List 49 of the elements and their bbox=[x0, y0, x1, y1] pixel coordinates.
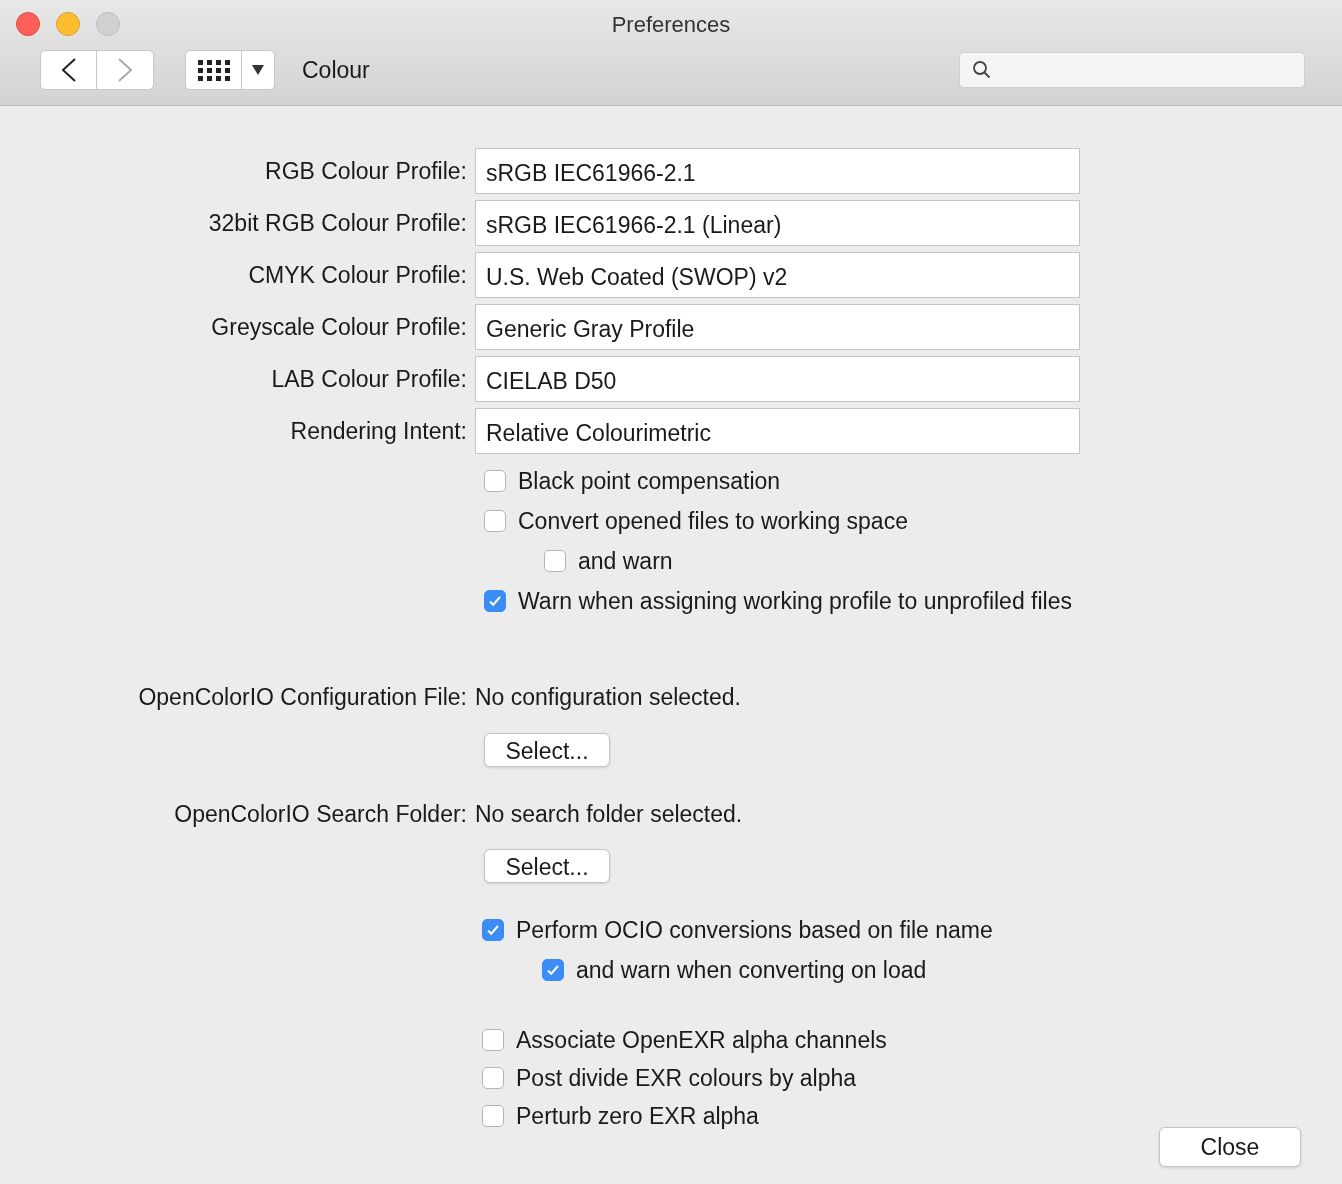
grid-icon bbox=[196, 59, 231, 81]
status-text: No search folder selected. bbox=[475, 799, 743, 829]
profile-field[interactable]: Generic Gray Profile bbox=[475, 304, 1080, 350]
checkbox[interactable] bbox=[482, 919, 504, 941]
search-field[interactable] bbox=[959, 52, 1305, 88]
caret-down-icon bbox=[252, 65, 264, 75]
field-label: Greyscale Colour Profile: bbox=[211, 313, 467, 340]
close-window-icon[interactable] bbox=[16, 12, 40, 36]
field-label: CMYK Colour Profile: bbox=[248, 261, 467, 288]
profile-field[interactable]: sRGB IEC61966-2.1 (Linear) bbox=[475, 200, 1080, 246]
checkbox-label: Perturb zero EXR alpha bbox=[516, 1101, 759, 1131]
minimize-window-icon[interactable] bbox=[56, 12, 80, 36]
checkmark-icon bbox=[546, 963, 560, 977]
field-label: RGB Colour Profile: bbox=[265, 157, 467, 184]
close-button[interactable]: Close bbox=[1159, 1127, 1301, 1167]
checkbox[interactable] bbox=[482, 1067, 504, 1089]
checkbox-label: and warn bbox=[578, 546, 673, 576]
field-label: OpenColorIO Search Folder: bbox=[174, 800, 467, 827]
checkmark-icon bbox=[486, 923, 500, 937]
checkbox-label: Perform OCIO conversions based on file name bbox=[516, 915, 993, 945]
checkbox-label: Associate OpenEXR alpha channels bbox=[516, 1025, 887, 1055]
select-button[interactable]: Select... bbox=[484, 849, 610, 883]
checkbox[interactable] bbox=[482, 1105, 504, 1127]
field-label: Rendering Intent: bbox=[290, 417, 467, 444]
profile-field[interactable]: sRGB IEC61966-2.1 bbox=[475, 148, 1080, 194]
checkbox[interactable] bbox=[544, 550, 566, 572]
field-label: 32bit RGB Colour Profile: bbox=[208, 209, 467, 236]
checkbox-label: Post divide EXR colours by alpha bbox=[516, 1063, 857, 1093]
checkbox[interactable] bbox=[484, 510, 506, 532]
checkbox-label: Convert opened files to working space bbox=[518, 506, 908, 536]
status-text: No configuration selected. bbox=[475, 683, 741, 712]
checkbox-label: Warn when assigning working profile to unprofiled files bbox=[518, 586, 1072, 616]
window-title: Preferences bbox=[611, 10, 731, 39]
profile-field[interactable]: Relative Colourimetric bbox=[475, 408, 1080, 454]
profile-field[interactable]: U.S. Web Coated (SWOP) v2 bbox=[475, 252, 1080, 298]
checkbox-label: Black point compensation bbox=[518, 466, 781, 496]
select-button[interactable]: Select... bbox=[484, 732, 610, 767]
profile-field[interactable]: CIELAB D50 bbox=[475, 356, 1080, 402]
checkbox[interactable] bbox=[542, 959, 564, 981]
checkbox[interactable] bbox=[482, 1029, 504, 1051]
field-label: LAB Colour Profile: bbox=[271, 365, 467, 392]
section-title: Colour bbox=[302, 55, 370, 85]
checkbox-label: and warn when converting on load bbox=[576, 955, 927, 985]
zoom-window-icon[interactable] bbox=[96, 12, 120, 36]
checkmark-icon bbox=[488, 594, 502, 608]
field-label: OpenColorIO Configuration File: bbox=[138, 684, 467, 710]
checkbox[interactable] bbox=[484, 470, 506, 492]
search-icon bbox=[972, 60, 992, 80]
checkbox[interactable] bbox=[484, 590, 506, 612]
